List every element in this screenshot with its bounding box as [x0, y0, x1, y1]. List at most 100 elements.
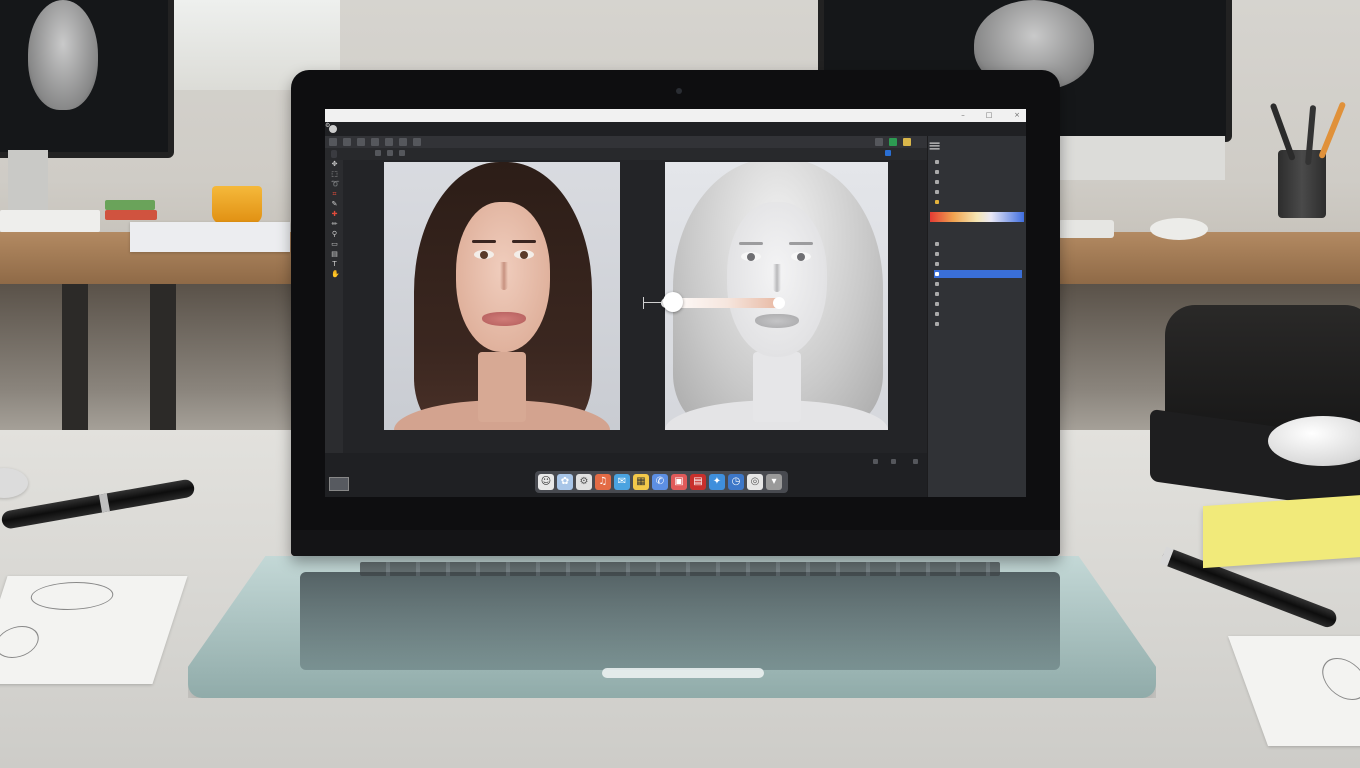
- adjustment-item[interactable]: [934, 168, 1022, 176]
- visibility-icon[interactable]: [935, 312, 939, 316]
- gallery-icon[interactable]: ▦: [633, 474, 649, 490]
- app-logo-icon[interactable]: [329, 125, 337, 133]
- adjustment-item[interactable]: [934, 178, 1022, 186]
- visibility-icon[interactable]: [935, 262, 939, 266]
- canvas-area[interactable]: [343, 160, 927, 453]
- marquee-tool-icon[interactable]: ⬚: [331, 171, 338, 178]
- music-icon[interactable]: ♫: [595, 474, 611, 490]
- layer-item[interactable]: [934, 300, 1022, 308]
- left-monitor-stand: [8, 150, 48, 210]
- settings-icon[interactable]: ⚙: [576, 474, 592, 490]
- tab-document[interactable]: [331, 150, 337, 158]
- pdf-icon[interactable]: ▣: [671, 474, 687, 490]
- slider-start-marker: [643, 297, 644, 309]
- window-titlebar: – □ ×: [325, 109, 1026, 122]
- option-button[interactable]: [875, 138, 883, 146]
- lips: [755, 314, 799, 328]
- option-button[interactable]: [413, 138, 421, 146]
- eraser-tool-icon[interactable]: ▭: [331, 241, 338, 248]
- option-button[interactable]: [889, 138, 897, 146]
- tab-button[interactable]: [387, 150, 393, 156]
- home-icon[interactable]: [329, 138, 337, 146]
- timeline-thumbnail[interactable]: [329, 477, 349, 491]
- adjustment-icon: [935, 180, 939, 184]
- notes-icon[interactable]: ✉: [614, 474, 630, 490]
- visibility-icon[interactable]: [935, 322, 939, 326]
- iris: [520, 251, 528, 259]
- visibility-icon[interactable]: [935, 292, 939, 296]
- safari-icon[interactable]: ✦: [709, 474, 725, 490]
- monitor-portrait-left: [28, 0, 98, 110]
- crop-tool-icon[interactable]: ⌗: [331, 191, 338, 198]
- layer-item[interactable]: [934, 310, 1022, 318]
- neck: [753, 352, 801, 422]
- iris: [480, 251, 488, 259]
- adjustment-item[interactable]: [934, 188, 1022, 196]
- slider-handle[interactable]: [663, 292, 683, 312]
- close-icon[interactable]: ×: [1013, 111, 1021, 119]
- right-eye: [791, 252, 811, 261]
- adjustment-item[interactable]: [934, 158, 1022, 166]
- visibility-icon[interactable]: [935, 272, 939, 276]
- pen-band: [98, 493, 110, 513]
- portrait-photo[interactable]: [384, 162, 620, 430]
- books-icon[interactable]: ▤: [690, 474, 706, 490]
- option-button[interactable]: [371, 138, 379, 146]
- panel-header: [931, 139, 1024, 147]
- sketch-drawing: [1315, 658, 1360, 700]
- visibility-icon[interactable]: [935, 282, 939, 286]
- left-eye: [741, 252, 761, 261]
- mail-icon[interactable]: ✆: [652, 474, 668, 490]
- slider-start-line: [643, 302, 661, 303]
- visibility-icon[interactable]: [935, 302, 939, 306]
- minimize-icon[interactable]: –: [959, 111, 967, 119]
- visibility-icon[interactable]: [935, 242, 939, 246]
- finder-icon[interactable]: ☺: [538, 474, 554, 490]
- layer-item[interactable]: [934, 250, 1022, 258]
- option-button[interactable]: [357, 138, 365, 146]
- downloads-icon[interactable]: ▾: [766, 474, 782, 490]
- left-background-monitor: [0, 0, 174, 158]
- photos-icon[interactable]: ✿: [557, 474, 573, 490]
- trash-icon[interactable]: ◎: [747, 474, 763, 490]
- right-eyebrow: [789, 242, 813, 245]
- adjustment-item[interactable]: [934, 198, 1022, 206]
- clock-icon[interactable]: ◷: [728, 474, 744, 490]
- layer-item[interactable]: [934, 320, 1022, 328]
- brush-tool-icon[interactable]: ✏: [331, 221, 338, 228]
- layer-item[interactable]: [934, 260, 1022, 268]
- visibility-icon[interactable]: [935, 252, 939, 256]
- tab-button[interactable]: [375, 150, 381, 156]
- gradient-tool-icon[interactable]: ▤: [331, 251, 338, 258]
- option-button[interactable]: [385, 138, 393, 146]
- healing-tool-icon[interactable]: ✚: [331, 211, 338, 218]
- maximize-icon[interactable]: □: [985, 111, 993, 119]
- timeline-button[interactable]: [913, 459, 918, 464]
- layer-item[interactable]: [934, 280, 1022, 288]
- lasso-tool-icon[interactable]: ➰: [331, 181, 340, 188]
- option-button[interactable]: [343, 138, 351, 146]
- comparison-slider[interactable]: [643, 292, 788, 313]
- adjustment-icon: [935, 160, 939, 164]
- adjustment-icon: [935, 170, 939, 174]
- book-green: [105, 200, 155, 210]
- color-gradient-bar[interactable]: [930, 212, 1024, 222]
- keyboard-reflection: [360, 562, 1000, 576]
- adjustment-icon: [935, 190, 939, 194]
- option-button[interactable]: [903, 138, 911, 146]
- tab-button[interactable]: [885, 150, 891, 156]
- layer-item-selected[interactable]: [934, 270, 1022, 278]
- timeline-button[interactable]: [873, 459, 878, 464]
- layer-item[interactable]: [934, 290, 1022, 298]
- move-tool-icon[interactable]: ✥: [331, 161, 338, 168]
- hand-tool-icon[interactable]: ✋: [331, 271, 340, 278]
- timeline-button[interactable]: [891, 459, 896, 464]
- layer-item[interactable]: [934, 240, 1022, 248]
- slider-end-handle[interactable]: [773, 297, 785, 309]
- text-tool-icon[interactable]: T: [331, 261, 338, 268]
- option-button[interactable]: [399, 138, 407, 146]
- eyedropper-tool-icon[interactable]: ✎: [331, 201, 338, 208]
- stamp-tool-icon[interactable]: ⚲: [331, 231, 338, 238]
- right-eye: [514, 250, 534, 259]
- tab-button[interactable]: [399, 150, 405, 156]
